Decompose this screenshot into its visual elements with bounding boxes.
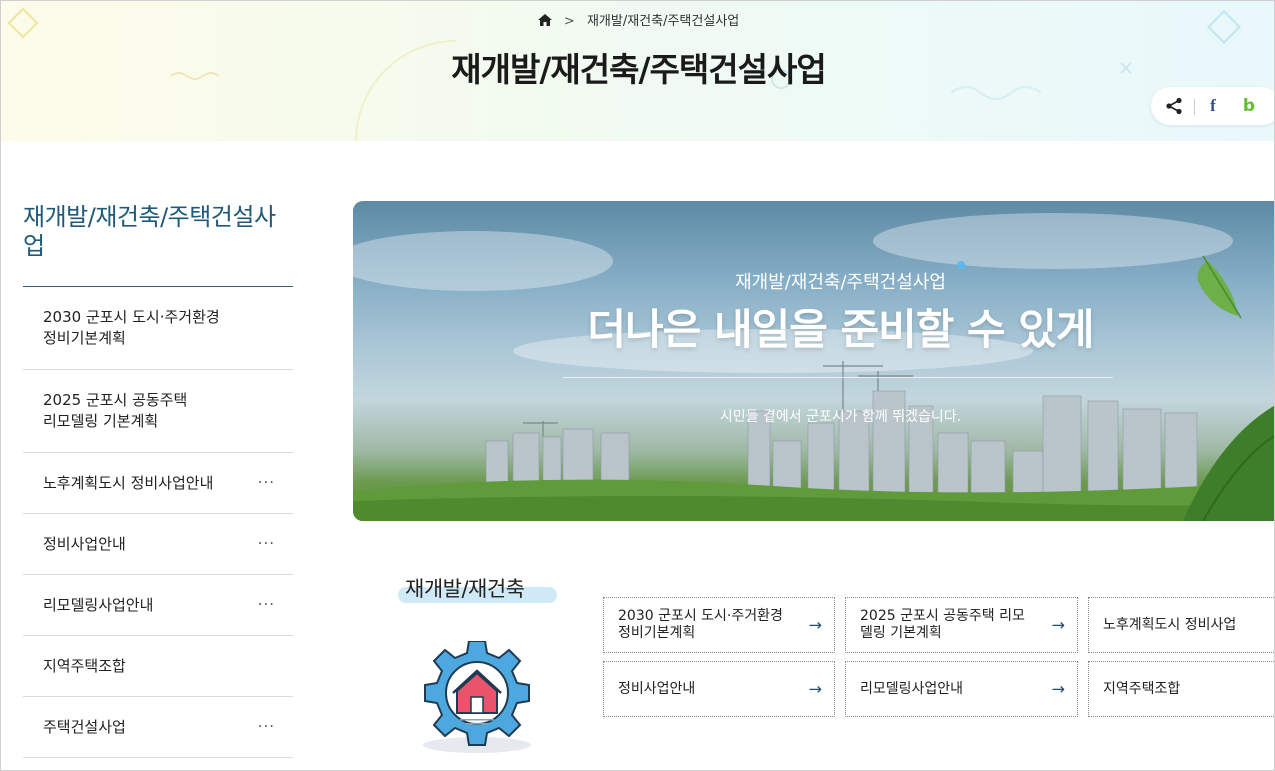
band-icon[interactable]: b bbox=[1239, 95, 1259, 117]
facebook-icon[interactable]: f bbox=[1203, 95, 1223, 117]
home-icon[interactable] bbox=[537, 14, 552, 26]
arrow-right-icon: → bbox=[1051, 615, 1065, 635]
sidebar-menu: 2030 군포시 도시·주거환경 정비기본계획 2025 군포시 공동주택 리모… bbox=[23, 287, 293, 758]
arrow-right-icon: → bbox=[808, 679, 822, 699]
link-aging-city[interactable]: 노후계획도시 정비사업 bbox=[1088, 597, 1274, 653]
more-icon[interactable]: ··· bbox=[258, 717, 275, 738]
sidebar-item-remodeling-plan[interactable]: 2025 군포시 공동주택 리모델링 기본계획 bbox=[23, 370, 293, 453]
sidebar-item-maintenance[interactable]: 정비사업안내 ··· bbox=[23, 514, 293, 575]
sidebar-item-label: 지역주택조합 bbox=[43, 656, 126, 675]
page-title: 재개발/재건축/주택건설사업 bbox=[451, 50, 826, 89]
page-header: > 재개발/재건축/주택건설사업 재개발/재건축/주택건설사업 f b bbox=[1, 1, 1274, 141]
link-maintenance[interactable]: 정비사업안내 → bbox=[603, 661, 835, 717]
sidebar-item-label: 2030 군포시 도시·주거환경 bbox=[43, 308, 220, 326]
link-remodeling-plan[interactable]: 2025 군포시 공동주택 리모 델링 기본계획 → bbox=[845, 597, 1078, 653]
sidebar-item-urban-plan[interactable]: 2030 군포시 도시·주거환경 정비기본계획 bbox=[23, 287, 293, 370]
sidebar-item-label: 2025 군포시 공동주택 bbox=[43, 391, 188, 409]
link-label: 지역주택조합 bbox=[1103, 680, 1181, 697]
arrow-right-icon: → bbox=[1051, 679, 1065, 699]
city-skyline-illustration bbox=[353, 213, 1274, 521]
sidebar-item-label: 주택건설사업 bbox=[43, 717, 126, 736]
hero-banner: 재개발/재건축/주택건설사업 더나은 내일을 준비할 수 있게 시민들 곁에서 … bbox=[353, 201, 1274, 521]
link-urban-plan[interactable]: 2030 군포시 도시·주거환경 정비기본계획 → bbox=[603, 597, 835, 653]
sidebar-item-aging-city[interactable]: 노후계획도시 정비사업안내 ··· bbox=[23, 453, 293, 514]
sidebar-item-housing-construction[interactable]: 주택건설사업 ··· bbox=[23, 697, 293, 758]
banner-description: 시민들 곁에서 군포시가 함께 뛰겠습니다. bbox=[719, 409, 962, 425]
link-label: 2030 군포시 도시·주거환경 bbox=[618, 608, 783, 624]
more-icon[interactable]: ··· bbox=[258, 595, 275, 616]
sidebar-item-label: 리모델링 기본계획 bbox=[43, 412, 159, 430]
link-housing-union[interactable]: 지역주택조합 bbox=[1088, 661, 1274, 717]
section-title: 재개발/재건축 bbox=[405, 577, 525, 601]
page-frame: > 재개발/재건축/주택건설사업 재개발/재건축/주택건설사업 f b 재개발/… bbox=[0, 0, 1275, 771]
banner-divider bbox=[563, 377, 1113, 378]
more-icon[interactable]: ··· bbox=[258, 473, 275, 494]
link-remodeling[interactable]: 리모델링사업안내 → bbox=[845, 661, 1078, 717]
share-divider bbox=[1194, 99, 1195, 115]
banner-subtitle: 재개발/재건축/주택건설사업 bbox=[735, 272, 946, 293]
sidebar-item-housing-union[interactable]: 지역주택조합 bbox=[23, 636, 293, 697]
link-label: 델링 기본계획 bbox=[860, 625, 942, 641]
breadcrumb: > 재개발/재건축/주택건설사업 bbox=[1, 10, 1274, 29]
gear-house-icon bbox=[423, 641, 531, 753]
link-label: 리모델링사업안내 bbox=[860, 680, 964, 697]
sidebar-title: 재개발/재건축/주택건설사업 bbox=[23, 203, 276, 260]
more-icon[interactable]: ··· bbox=[258, 534, 275, 555]
link-label: 노후계획도시 정비사업 bbox=[1103, 616, 1237, 633]
share-bar: f b bbox=[1151, 87, 1274, 125]
chevron-right-icon: > bbox=[563, 14, 575, 29]
sidebar-item-remodeling[interactable]: 리모델링사업안내 ··· bbox=[23, 575, 293, 636]
sidebar-item-label: 정비기본계획 bbox=[43, 329, 126, 347]
sidebar-item-label: 정비사업안내 bbox=[43, 534, 126, 553]
arrow-right-icon: → bbox=[808, 615, 822, 635]
breadcrumb-current[interactable]: 재개발/재건축/주택건설사업 bbox=[587, 14, 739, 29]
sidebar-item-label: 리모델링사업안내 bbox=[43, 595, 154, 614]
link-label: 정비기본계획 bbox=[618, 625, 696, 641]
banner-headline: 더나은 내일을 준비할 수 있게 bbox=[587, 305, 1094, 354]
banner-dot bbox=[957, 261, 965, 269]
link-label: 2025 군포시 공동주택 리모 bbox=[860, 608, 1025, 624]
link-label: 정비사업안내 bbox=[618, 680, 696, 697]
sidebar-item-label: 노후계획도시 정비사업안내 bbox=[43, 473, 214, 492]
share-icon[interactable] bbox=[1163, 95, 1185, 117]
